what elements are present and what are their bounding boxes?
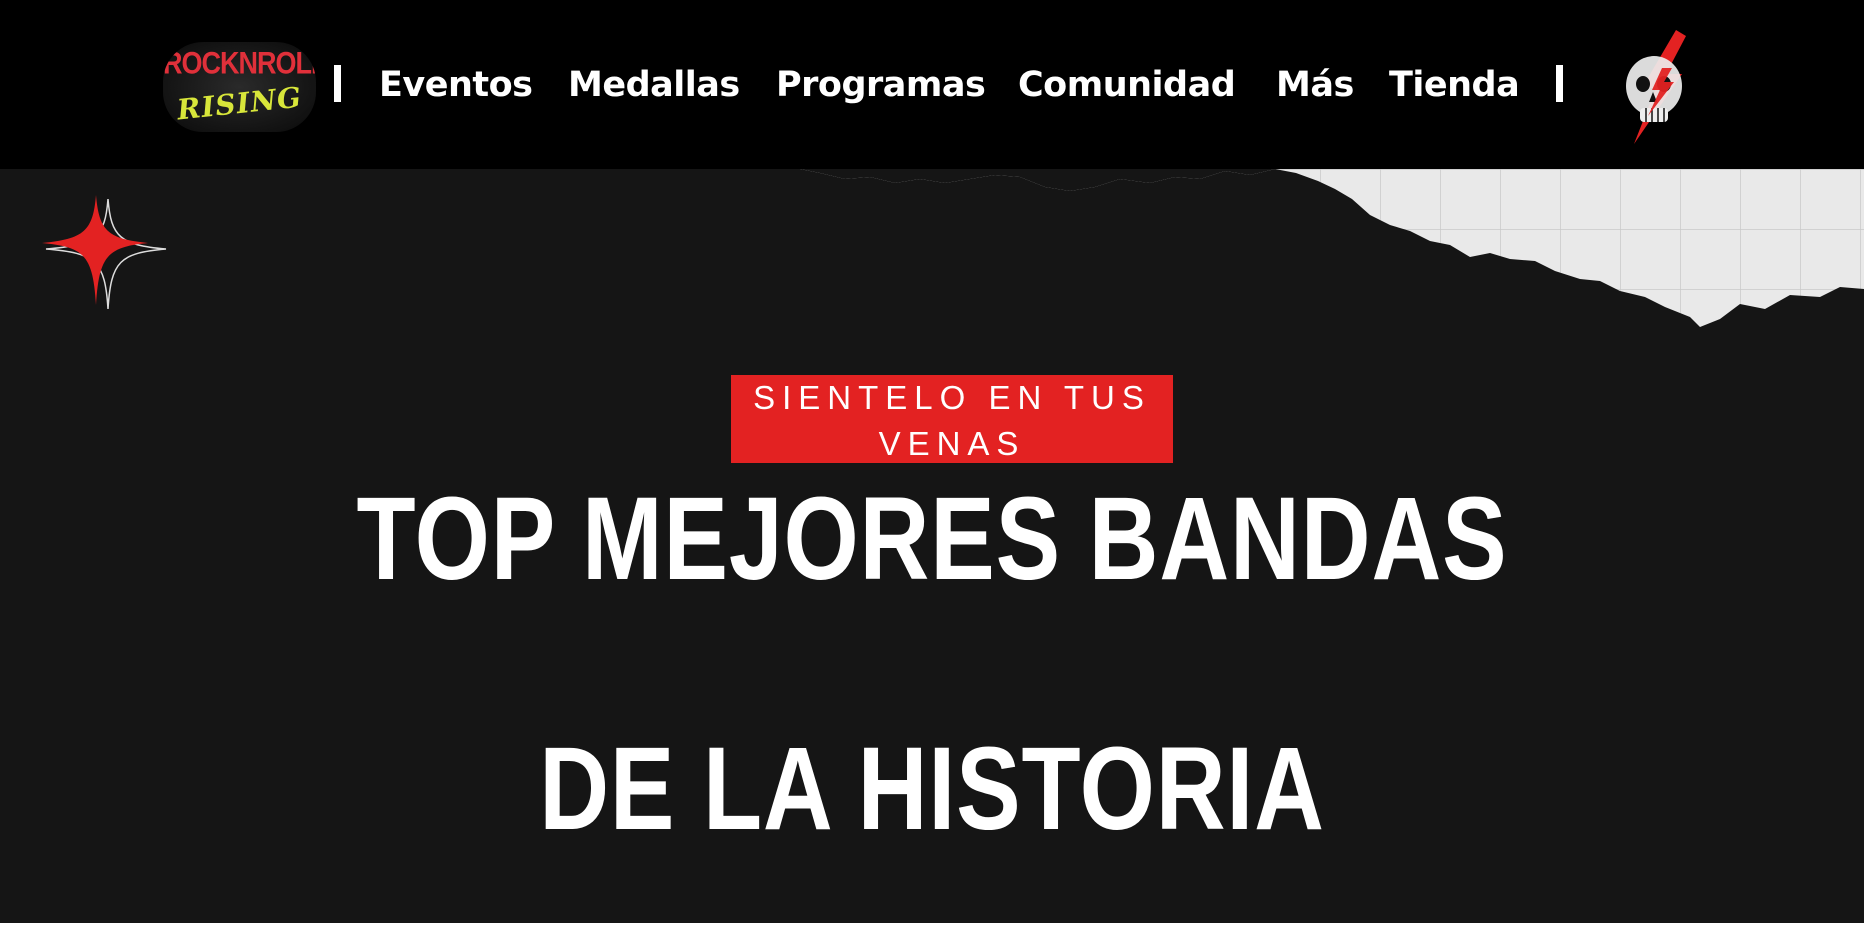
nav-separator-left: [334, 65, 341, 102]
main-nav: Eventos Medallas Programas Comunidad Más…: [0, 0, 1864, 169]
hero-title-line-2: DE LA HISTORIA: [539, 723, 1325, 855]
nav-item-comunidad[interactable]: Comunidad: [1018, 62, 1236, 108]
sparkle-star-icon: [42, 195, 167, 310]
nav-item-programas[interactable]: Programas: [776, 62, 986, 108]
nav-item-eventos[interactable]: Eventos: [379, 62, 533, 108]
site-header: ROCKNROLL RISING Eventos Medallas Progra…: [0, 0, 1864, 169]
nav-item-tienda[interactable]: Tienda: [1389, 62, 1520, 108]
tagline-badge: SIENTELO EN TUS VENAS: [731, 375, 1173, 463]
hero-section: SIENTELO EN TUS VENAS TOP MEJORES BANDAS…: [0, 169, 1864, 925]
nav-item-mas[interactable]: Más: [1276, 62, 1354, 108]
torn-paper-decoration: [800, 169, 1864, 327]
hero-title-line-1: TOP MEJORES BANDAS: [356, 473, 1508, 605]
nav-separator-right: [1556, 65, 1563, 102]
nav-item-medallas[interactable]: Medallas: [568, 62, 740, 108]
skull-lightning-icon[interactable]: [1622, 28, 1692, 146]
